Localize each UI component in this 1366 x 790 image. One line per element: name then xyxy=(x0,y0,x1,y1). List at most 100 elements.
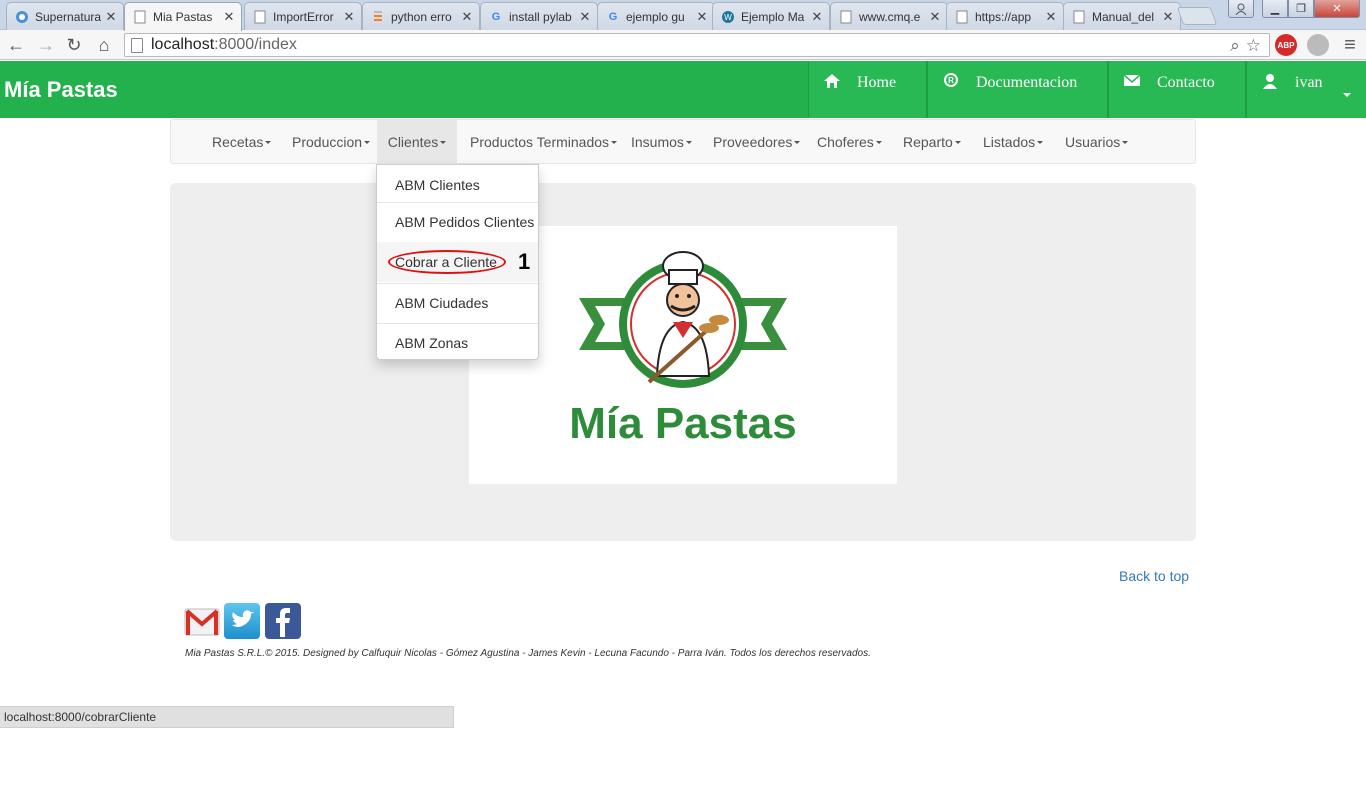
close-icon[interactable]: ✕ xyxy=(1160,9,1176,25)
tab-title: install pylab xyxy=(509,9,572,24)
browser-tab[interactable]: G install pylab ✕ xyxy=(480,2,598,30)
annotation-number: 1 xyxy=(518,249,531,274)
close-icon[interactable]: ✕ xyxy=(341,9,357,25)
home-browser-icon[interactable]: ⌂ xyxy=(92,33,116,57)
caret-icon xyxy=(794,140,801,144)
menu-reparto[interactable]: Reparto xyxy=(903,120,961,164)
caret-icon xyxy=(364,140,371,144)
logo-text: Mía Pastas xyxy=(569,399,796,448)
menu-usuarios[interactable]: Usuarios xyxy=(1065,120,1129,164)
dropdown-abm-clientes[interactable]: ABM Clientes xyxy=(377,165,538,205)
browser-tab[interactable]: Manual_del ✕ xyxy=(1063,2,1181,30)
highlight-ellipse xyxy=(388,250,506,274)
tab-title: www.cmq.e xyxy=(859,9,921,24)
menu-insumos[interactable]: Insumos xyxy=(631,120,692,164)
browser-tabstrip: Supernatura ✕ Mia Pastas ✕ ImportError ✕… xyxy=(0,0,1366,31)
nav-contacto[interactable]: Contacto xyxy=(1108,61,1246,118)
menu-label: Listados xyxy=(983,134,1036,150)
menu-label: Usuarios xyxy=(1065,134,1121,150)
menu-label: Produccion xyxy=(292,134,363,150)
user-icon xyxy=(1261,73,1279,94)
forward-icon[interactable]: → xyxy=(34,33,58,57)
menu-listados[interactable]: Listados xyxy=(983,120,1044,164)
page-icon xyxy=(131,37,143,53)
page-icon xyxy=(955,10,969,24)
facebook-icon[interactable] xyxy=(265,603,301,639)
nav-user[interactable]: ivan xyxy=(1246,61,1366,118)
status-bar: localhost:8000/cobrarCliente xyxy=(0,706,454,728)
close-icon[interactable]: ✕ xyxy=(694,9,710,25)
new-tab-button[interactable] xyxy=(1176,7,1218,25)
dropdown-abm-ciudades[interactable]: ABM Ciudades xyxy=(377,283,538,323)
footer-credits: Mia Pastas S.R.L.© 2015. Designed by Cal… xyxy=(185,648,871,659)
gmail-icon[interactable] xyxy=(184,603,220,639)
caret-icon xyxy=(1122,140,1129,144)
menu-proveedores[interactable]: Proveedores xyxy=(713,120,801,164)
close-icon[interactable]: ✕ xyxy=(1043,9,1059,25)
search-icon[interactable]: ⌕ xyxy=(1230,36,1240,56)
minimize-icon[interactable]: ▁ xyxy=(1262,0,1288,18)
back-to-top-link[interactable]: Back to top xyxy=(1119,568,1189,584)
browser-tab[interactable]: https://app ✕ xyxy=(946,2,1064,30)
page-icon xyxy=(253,10,267,24)
close-window-icon[interactable]: ✕ xyxy=(1314,0,1360,18)
caret-icon xyxy=(265,140,272,144)
tab-title: Manual_del xyxy=(1092,9,1155,24)
nav-documentacion[interactable]: R Documentacion xyxy=(927,61,1108,118)
page-icon xyxy=(1072,10,1086,24)
extension-icon[interactable] xyxy=(1307,34,1329,56)
address-bar[interactable]: localhost:8000/index ⌕ ☆ xyxy=(124,33,1270,57)
close-icon[interactable]: ✕ xyxy=(459,9,475,25)
dropdown-abm-pedidos-clientes[interactable]: ABM Pedidos Clientes xyxy=(377,202,538,242)
brand-title[interactable]: Mía Pastas xyxy=(4,77,118,103)
dropdown-abm-zonas[interactable]: ABM Zonas xyxy=(377,323,538,363)
main-menu: Recetas Produccion Clientes Productos Te… xyxy=(170,119,1196,164)
menu-choferes[interactable]: Choferes xyxy=(817,120,882,164)
maximize-icon[interactable]: ❐ xyxy=(1288,0,1314,18)
stack-icon xyxy=(371,10,385,24)
back-icon[interactable]: ← xyxy=(4,33,28,57)
close-icon[interactable]: ✕ xyxy=(927,9,943,25)
svg-text:W: W xyxy=(724,13,732,22)
nav-home[interactable]: Home xyxy=(808,61,927,118)
browser-tab[interactable]: python erro ✕ xyxy=(362,2,480,30)
profile-icon[interactable] xyxy=(1228,0,1254,18)
caret-icon xyxy=(440,140,447,144)
caret-icon xyxy=(875,140,882,144)
adblock-label: ABP xyxy=(1277,40,1295,50)
registered-icon: R xyxy=(942,73,960,94)
google-icon: G xyxy=(608,10,618,23)
address-host: localhost xyxy=(151,36,215,53)
nav-contacto-label: Contacto xyxy=(1157,74,1215,91)
caret-icon xyxy=(685,140,692,144)
browser-toolbar: ← → ↻ ⌂ localhost:8000/index ⌕ ☆ ABP ≡ xyxy=(0,30,1366,60)
close-icon[interactable]: ✕ xyxy=(221,9,237,25)
close-icon[interactable]: ✕ xyxy=(809,9,825,25)
browser-tab[interactable]: Supernatura ✕ xyxy=(6,2,124,30)
close-icon[interactable]: ✕ xyxy=(103,9,119,25)
browser-tab[interactable]: ImportError ✕ xyxy=(244,2,362,30)
menu-produccion[interactable]: Produccion xyxy=(292,120,371,164)
browser-tab[interactable]: G ejemplo gu ✕ xyxy=(597,2,715,30)
chevron-down-icon xyxy=(1343,93,1351,97)
adblock-icon[interactable]: ABP xyxy=(1275,34,1297,56)
menu-productos-terminados[interactable]: Productos Terminados xyxy=(470,120,618,164)
menu-label: Proveedores xyxy=(713,134,793,150)
svg-text:R: R xyxy=(948,76,954,85)
tab-title: ejemplo gu xyxy=(626,9,685,24)
envelope-icon xyxy=(1123,73,1141,92)
address-path: :8000/index xyxy=(214,36,297,53)
tab-title: Ejemplo Ma xyxy=(741,9,805,24)
reload-icon[interactable]: ↻ xyxy=(62,33,86,57)
circle-arrow-icon xyxy=(15,10,29,24)
menu-icon[interactable]: ≡ xyxy=(1338,33,1362,57)
nav-user-label: ivan xyxy=(1295,74,1323,91)
tab-title: Mia Pastas xyxy=(153,10,213,24)
browser-tab[interactable]: W Ejemplo Ma ✕ xyxy=(712,2,830,30)
browser-tab[interactable]: www.cmq.e ✕ xyxy=(830,2,948,30)
close-icon[interactable]: ✕ xyxy=(577,9,593,25)
twitter-icon[interactable] xyxy=(224,603,260,639)
browser-tab-active[interactable]: Mia Pastas ✕ xyxy=(124,2,242,31)
star-icon[interactable]: ☆ xyxy=(1246,36,1261,56)
menu-clientes[interactable]: Clientes xyxy=(377,120,457,164)
